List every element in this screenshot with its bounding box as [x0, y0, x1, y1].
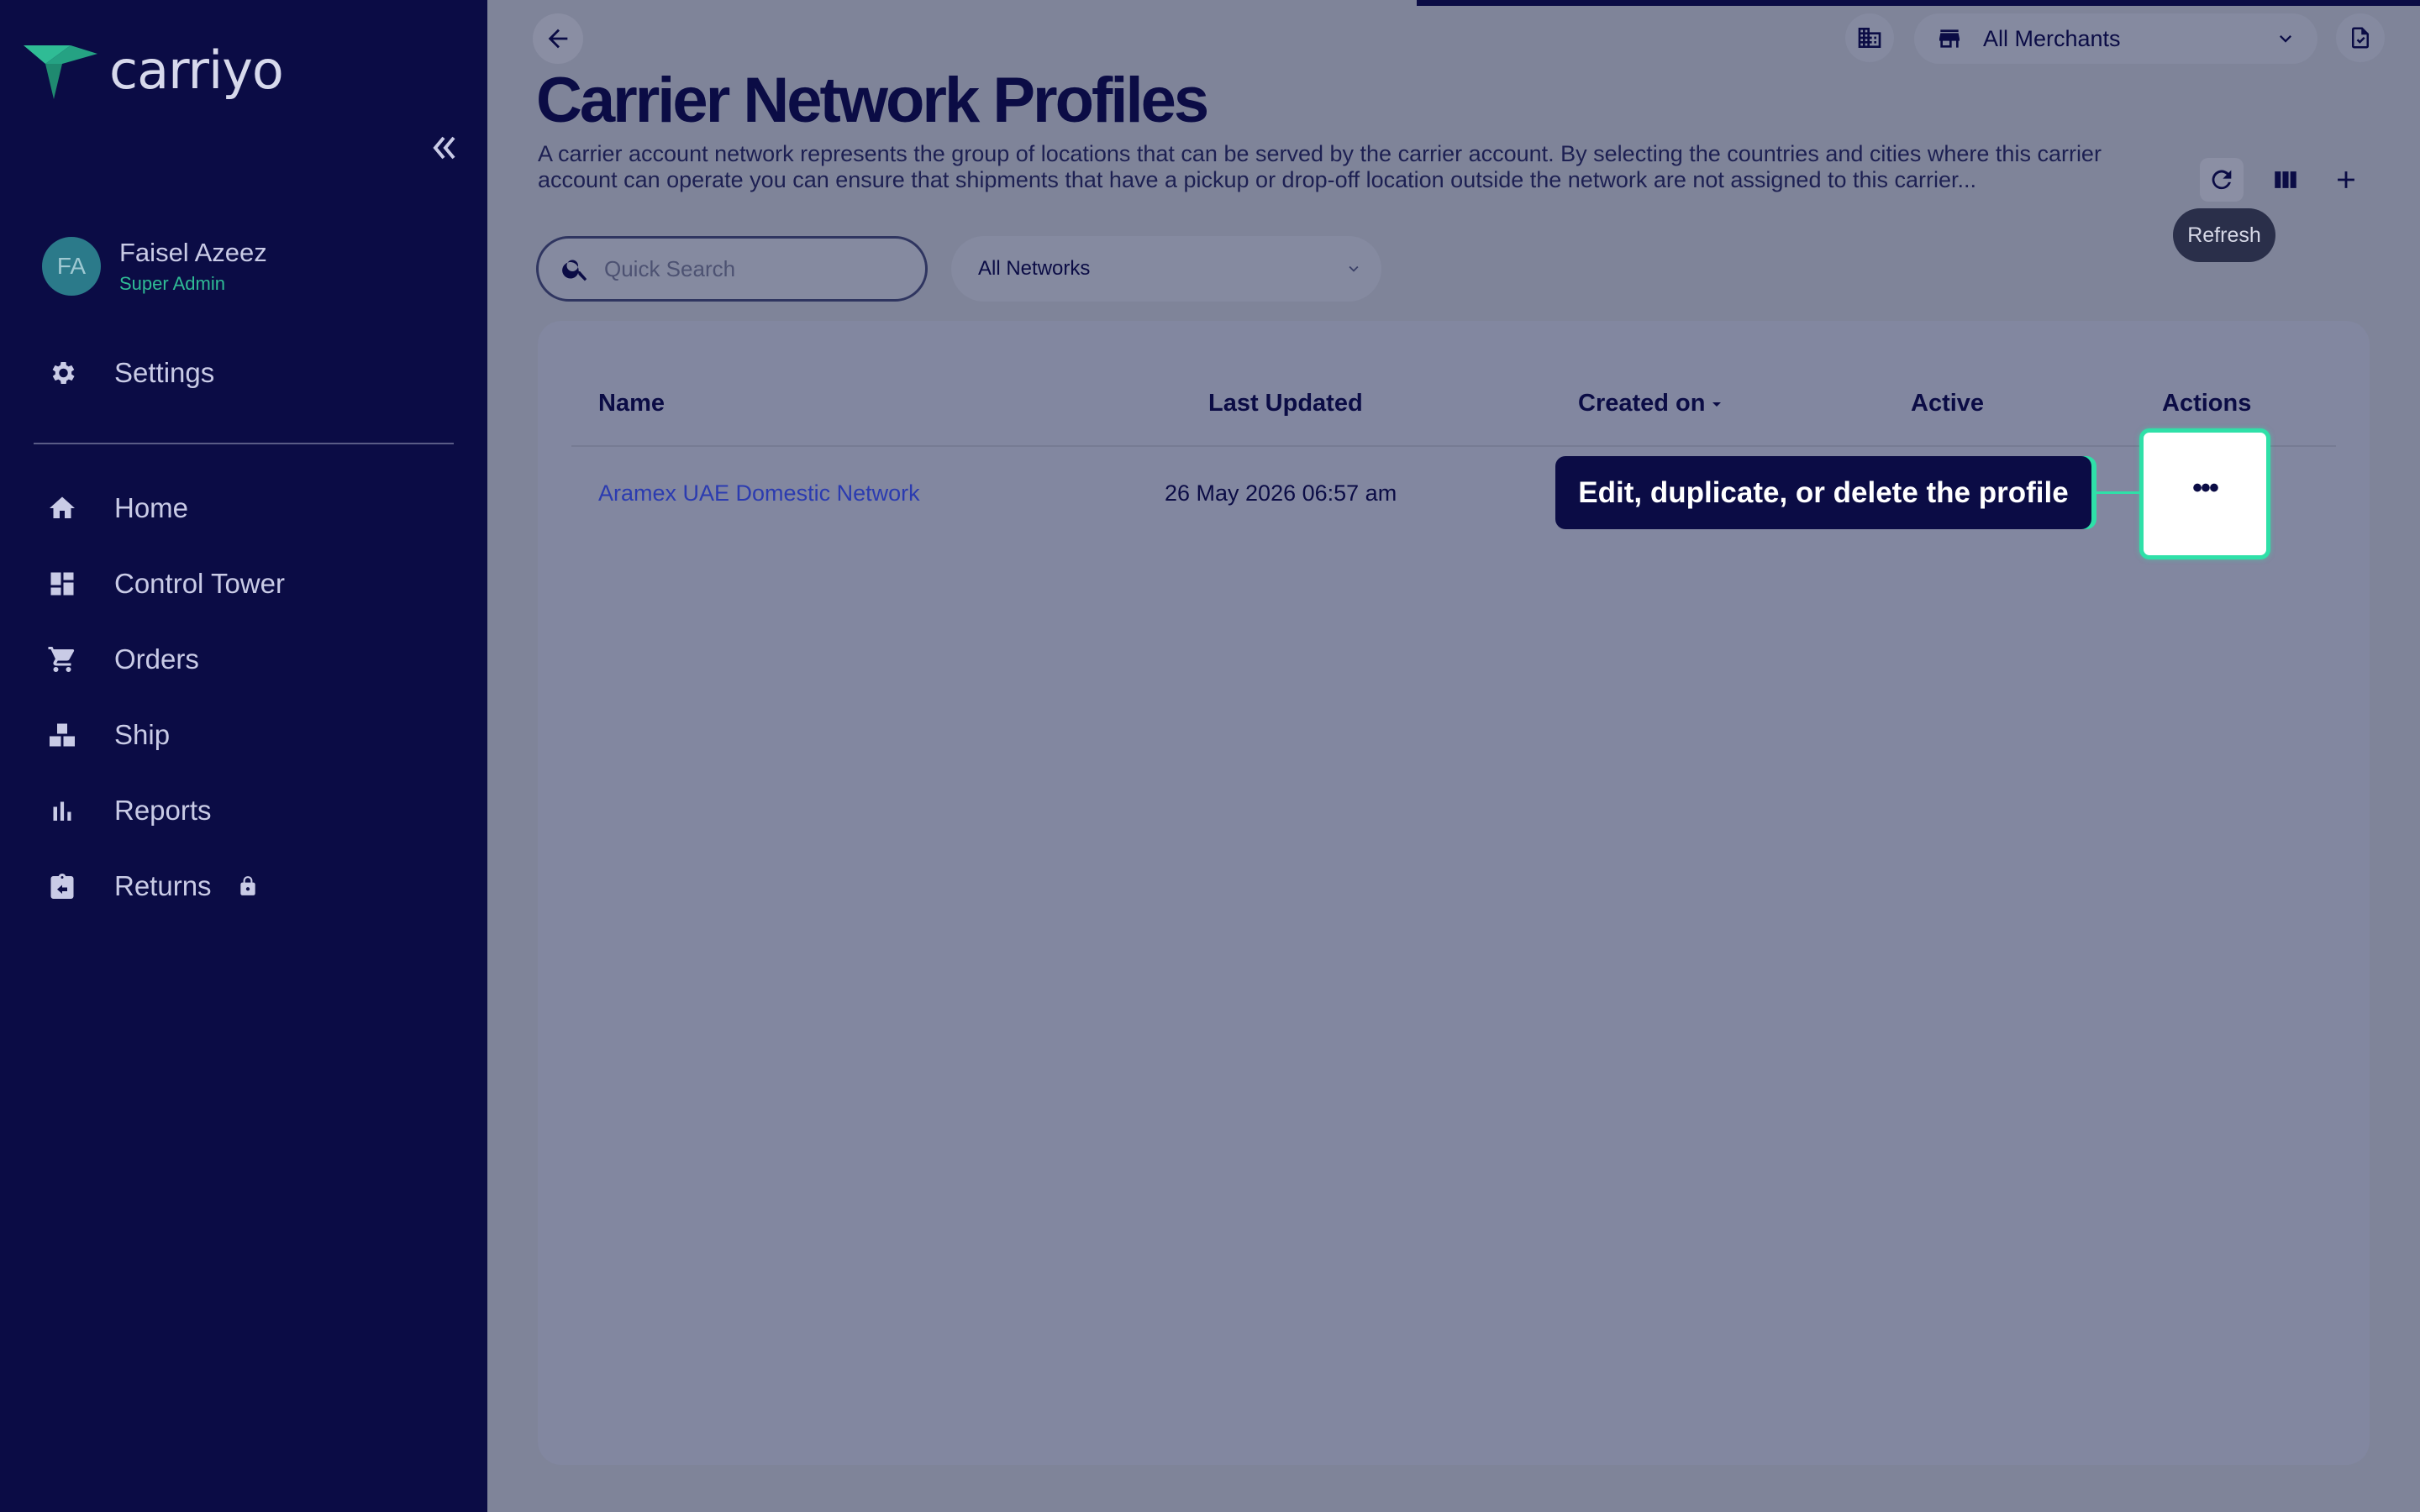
dashboard-icon: [47, 569, 77, 599]
add-button[interactable]: [2324, 158, 2368, 202]
sidebar: carriyo FA Faisel Azeez Super Admin Sett…: [0, 0, 487, 1512]
merchant-select[interactable]: All Merchants: [1914, 13, 2317, 64]
column-header-label: Created on: [1578, 390, 1706, 417]
lock-icon: [239, 876, 255, 895]
callout-connector: [2091, 491, 2140, 494]
sidebar-divider: [34, 443, 454, 444]
row-last-updated: 26 May 2026 06:57 am: [1165, 480, 1397, 506]
refresh-icon: [2212, 170, 2232, 190]
sidebar-item-label: Control Tower: [114, 568, 285, 599]
logo-bird-icon: [24, 45, 97, 99]
row-name-link[interactable]: Aramex UAE Domestic Network: [598, 480, 920, 507]
back-button[interactable]: [533, 13, 583, 64]
search-icon: [562, 260, 587, 281]
table-header-divider: [571, 445, 2336, 447]
column-header-name[interactable]: Name: [598, 390, 665, 417]
chevron-down-icon: [1349, 265, 1359, 272]
sidebar-item-home[interactable]: Home: [47, 483, 188, 533]
column-header-created-on[interactable]: Created on: [1578, 390, 1727, 417]
chevron-down-icon: [2280, 35, 2291, 43]
building-icon: [1858, 28, 1881, 48]
sidebar-item-control-tower[interactable]: Control Tower: [47, 559, 285, 609]
view-columns-icon: [2275, 171, 2296, 188]
top-progress-bar: [1417, 0, 2420, 6]
column-header-actions: Actions: [2162, 390, 2252, 417]
columns-button[interactable]: [2264, 158, 2307, 202]
page-title: Carrier Network Profiles: [536, 65, 1209, 136]
carriyo-logo[interactable]: carriyo: [20, 39, 306, 102]
logo-text: carriyo: [109, 39, 284, 101]
document-button[interactable]: [2336, 13, 2385, 62]
sidebar-item-label: Home: [114, 492, 189, 523]
sidebar-item-settings[interactable]: Settings: [47, 348, 214, 398]
network-select-value: All Networks: [978, 257, 1091, 280]
gear-icon: [47, 358, 77, 388]
bar-chart-icon: [47, 795, 77, 826]
sidebar-item-orders[interactable]: Orders: [47, 634, 199, 685]
collapse-sidebar-icon[interactable]: [427, 131, 460, 165]
returns-icon: [47, 871, 77, 901]
avatar: FA: [42, 237, 101, 296]
column-header-last-updated[interactable]: Last Updated: [1208, 390, 1363, 417]
organization-button[interactable]: [1845, 13, 1894, 62]
arrow-left-icon: [548, 29, 568, 49]
sidebar-item-returns[interactable]: Returns: [47, 861, 259, 911]
column-header-active[interactable]: Active: [1911, 390, 1984, 417]
onboarding-callout: Edit, duplicate, or delete the profile: [1555, 456, 2091, 529]
user-role: Super Admin: [119, 273, 225, 294]
ship-icon: [47, 720, 77, 750]
sidebar-item-label: Reports: [114, 795, 212, 826]
sidebar-item-label: Returns: [114, 870, 212, 901]
refresh-button[interactable]: [2200, 158, 2244, 202]
sidebar-item-reports[interactable]: Reports: [47, 785, 212, 836]
plus-icon: [2338, 171, 2354, 188]
page-description: A carrier account network represents the…: [538, 141, 2102, 192]
document-check-icon: [2352, 27, 2369, 49]
search-input[interactable]: [602, 255, 908, 283]
sidebar-item-label: Orders: [114, 643, 199, 675]
sidebar-item-label: Ship: [114, 719, 171, 750]
row-actions-button[interactable]: •••: [2139, 428, 2270, 559]
user-profile[interactable]: FA Faisel Azeez Super Admin: [42, 237, 267, 296]
more-horizontal-icon: •••: [2192, 471, 2219, 504]
sidebar-item-ship[interactable]: Ship: [47, 710, 170, 760]
sidebar-item-label: Settings: [114, 357, 215, 388]
merchant-select-value: All Merchants: [1983, 25, 2121, 51]
cart-icon: [47, 644, 77, 675]
search-box[interactable]: [536, 236, 928, 302]
user-name: Faisel Azeez: [119, 238, 267, 267]
network-select[interactable]: All Networks: [951, 236, 1381, 302]
store-icon: [1939, 29, 1960, 48]
sort-desc-icon: [1712, 402, 1722, 407]
refresh-tooltip: Refresh: [2173, 208, 2275, 262]
home-icon: [47, 493, 77, 523]
